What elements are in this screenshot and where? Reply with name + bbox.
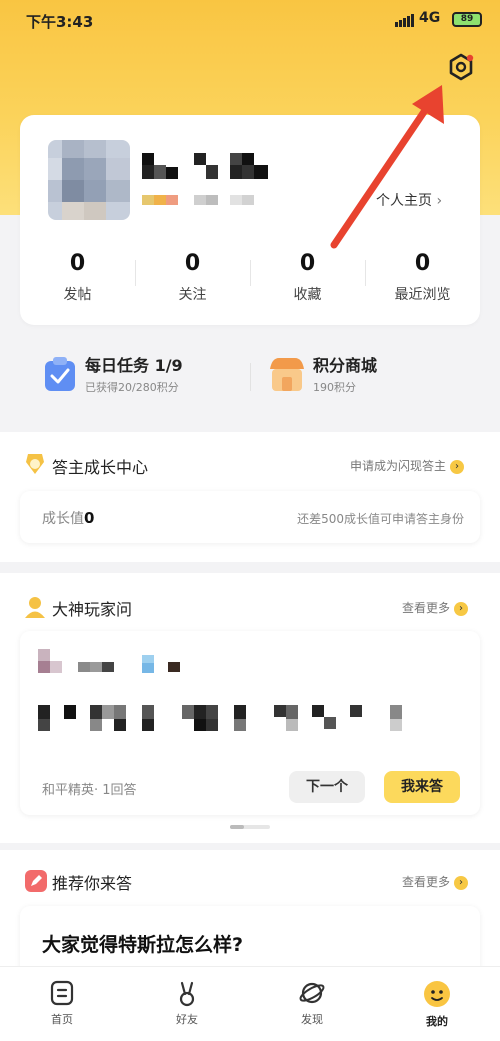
stat-posts[interactable]: 0 发帖 <box>20 250 135 310</box>
growth-title: 答主成长中心 <box>52 458 149 477</box>
question-card[interactable]: 和平精英· 1回答 下一个 我来答 <box>20 631 480 815</box>
growth-center-section: 答主成长中心 申请成为闪现答主 › 成长值0 还差500成长值可申请答主身份 <box>0 432 500 562</box>
stat-recent[interactable]: 0 最近浏览 <box>365 250 480 310</box>
masters-ask-section: 大神玩家问 查看更多 › 和平精英· 1回答 下一个 我来答 <box>0 573 500 843</box>
person-icon <box>25 597 45 618</box>
status-bar: 下午3:43 4G 89 <box>0 0 500 42</box>
medal-icon <box>26 454 44 474</box>
growth-value-text: 成长值0 <box>42 508 94 528</box>
friends-icon <box>179 981 195 1007</box>
avatar-pixelated-image <box>48 140 130 220</box>
tab-label: 首页 <box>51 1013 73 1026</box>
masters-title: 大神玩家问 <box>52 600 133 619</box>
carousel-indicator <box>230 825 270 829</box>
profile-stats: 0 发帖 0 关注 0 收藏 0 最近浏览 <box>20 250 480 310</box>
tab-label: 发现 <box>301 1013 323 1026</box>
chevron-right-icon: › <box>454 875 469 890</box>
tasks-strip: 每日任务 1/9 已获得20/280积分 积分商城 190积分 <box>0 335 500 425</box>
points-store-entry[interactable]: 积分商城 190积分 <box>267 352 467 412</box>
tab-label: 好友 <box>176 1013 198 1026</box>
growth-value: 0 <box>84 509 95 527</box>
tab-friends[interactable]: 好友 <box>157 979 217 1027</box>
next-question-button[interactable]: 下一个 <box>289 771 365 803</box>
bottom-tab-bar: 首页 好友 发现 我的 <box>0 966 500 1041</box>
battery-icon: 89 <box>452 12 482 27</box>
signal-icon <box>395 13 415 27</box>
home-icon <box>50 980 74 1006</box>
stat-label: 收藏 <box>293 287 322 303</box>
daily-task-subtitle: 已获得20/280积分 <box>85 381 179 394</box>
store-title: 积分商城 <box>313 356 378 375</box>
apply-answerer-link[interactable]: 申请成为闪现答主 › <box>350 457 465 474</box>
stat-label: 发帖 <box>63 287 92 303</box>
tab-home[interactable]: 首页 <box>32 979 92 1027</box>
pencil-badge-icon <box>25 870 47 892</box>
stat-label: 最近浏览 <box>394 287 451 303</box>
masters-more-link[interactable]: 查看更多 › <box>402 599 469 616</box>
chevron-right-icon: › <box>450 459 465 474</box>
recommend-question: 大家觉得特斯拉怎么样? <box>42 934 244 956</box>
username-pixelated <box>142 153 268 205</box>
stat-value: 0 <box>184 251 201 276</box>
store-icon <box>270 358 304 391</box>
network-type: 4G <box>419 10 441 26</box>
planet-icon <box>299 982 325 1004</box>
tab-me[interactable]: 我的 <box>407 979 467 1029</box>
me-icon <box>424 981 450 1007</box>
recommend-more-link[interactable]: 查看更多 › <box>402 873 469 890</box>
growth-value-label: 成长值 <box>42 511 84 527</box>
growth-hint: 还差500成长值可申请答主身份 <box>297 512 464 526</box>
chevron-right-icon: › <box>454 601 469 616</box>
clipboard-check-icon <box>45 357 75 391</box>
avatar[interactable] <box>48 140 130 220</box>
answer-button[interactable]: 我来答 <box>384 771 460 803</box>
daily-task-title: 每日任务 1/9 <box>85 356 183 375</box>
question-meta: 和平精英· 1回答 <box>42 783 137 798</box>
tab-label: 我的 <box>426 1015 448 1028</box>
divider <box>250 363 251 391</box>
annotation-arrow <box>330 85 444 249</box>
stat-following[interactable]: 0 关注 <box>135 250 250 310</box>
tab-discover[interactable]: 发现 <box>282 979 342 1027</box>
settings-button[interactable] <box>446 52 476 82</box>
recommend-section: 推荐你来答 查看更多 › 大家觉得特斯拉怎么样? <box>0 850 500 976</box>
apply-answerer-label: 申请成为闪现答主 <box>350 459 447 473</box>
status-time: 下午3:43 <box>26 13 94 31</box>
stat-favorites[interactable]: 0 收藏 <box>250 250 365 310</box>
store-subtitle: 190积分 <box>313 381 356 394</box>
recommend-more-label: 查看更多 <box>402 875 451 889</box>
masters-more-label: 查看更多 <box>402 601 451 615</box>
daily-task-entry[interactable]: 每日任务 1/9 已获得20/280积分 <box>40 352 240 412</box>
stat-value: 0 <box>69 251 86 276</box>
growth-value-card[interactable]: 成长值0 还差500成长值可申请答主身份 <box>20 491 480 543</box>
settings-hex-icon <box>449 53 474 81</box>
recommend-title: 推荐你来答 <box>52 874 133 893</box>
stat-label: 关注 <box>178 287 207 303</box>
question-text-pixelated <box>38 649 402 731</box>
